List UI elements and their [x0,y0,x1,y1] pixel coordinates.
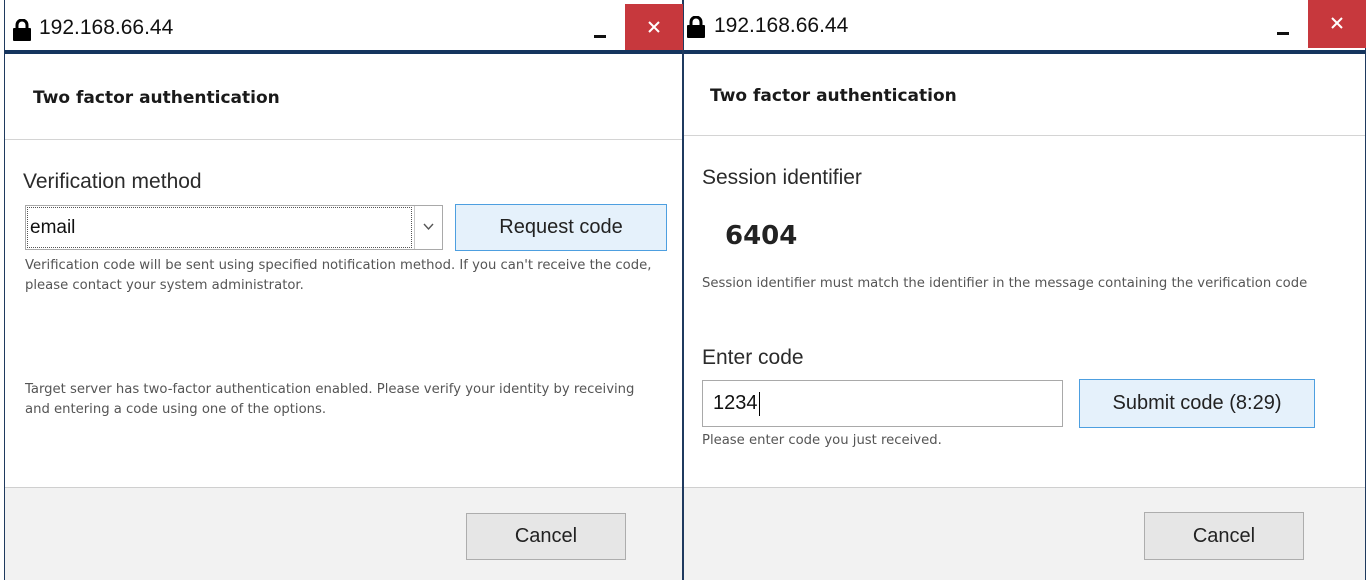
window-title: 192.168.66.44 [39,16,174,39]
code-help-text: Please enter code you just received. [702,433,942,448]
window-title: 192.168.66.44 [714,14,849,37]
request-code-dialog: 192.168.66.44 Two factor authentication … [4,0,683,580]
submit-code-dialog: 192.168.66.44 Two factor authentication … [683,0,1366,580]
session-identifier-label: Session identifier [702,166,862,189]
dialog-header: Two factor authentication [5,58,682,140]
verification-method-label: Verification method [23,170,202,193]
close-icon [648,21,660,33]
code-input[interactable]: 1234 [702,380,1063,427]
method-help-text: Verification code will be sent using spe… [25,258,652,293]
session-help-text: Session identifier must match the identi… [702,276,1308,291]
chevron-down-icon [423,223,434,231]
submit-code-button[interactable]: Submit code (8:29) [1079,379,1315,428]
title-bar[interactable]: 192.168.66.44 [684,0,1366,54]
minimize-icon [1277,32,1289,35]
text-caret [758,391,760,416]
verification-method-select[interactable]: email [25,205,443,250]
lock-icon [687,16,705,38]
enter-code-label: Enter code [702,346,804,369]
dialog-title: Two factor authentication [710,86,957,106]
cancel-button[interactable]: Cancel [466,513,626,560]
code-input-value: 1234 [713,392,758,414]
dropdown-arrow[interactable] [414,206,442,249]
dialog-footer: Cancel [5,487,682,580]
dialog-footer: Cancel [684,487,1365,580]
server-info-text: Target server has two-factor authenticat… [25,382,635,417]
close-button[interactable] [625,4,683,50]
minimize-button[interactable] [577,4,623,50]
dialog-title: Two factor authentication [33,88,280,108]
dialog-header: Two factor authentication [684,54,1365,136]
minimize-button[interactable] [1260,1,1306,47]
close-icon [1331,17,1343,29]
request-code-button[interactable]: Request code [455,204,667,251]
close-button[interactable] [1308,0,1366,48]
lock-icon [13,19,31,41]
session-identifier-value: 6404 [725,221,798,251]
title-bar[interactable]: 192.168.66.44 [5,4,683,54]
minimize-icon [594,35,606,38]
cancel-button[interactable]: Cancel [1144,512,1304,560]
verification-method-value: email [27,207,412,248]
